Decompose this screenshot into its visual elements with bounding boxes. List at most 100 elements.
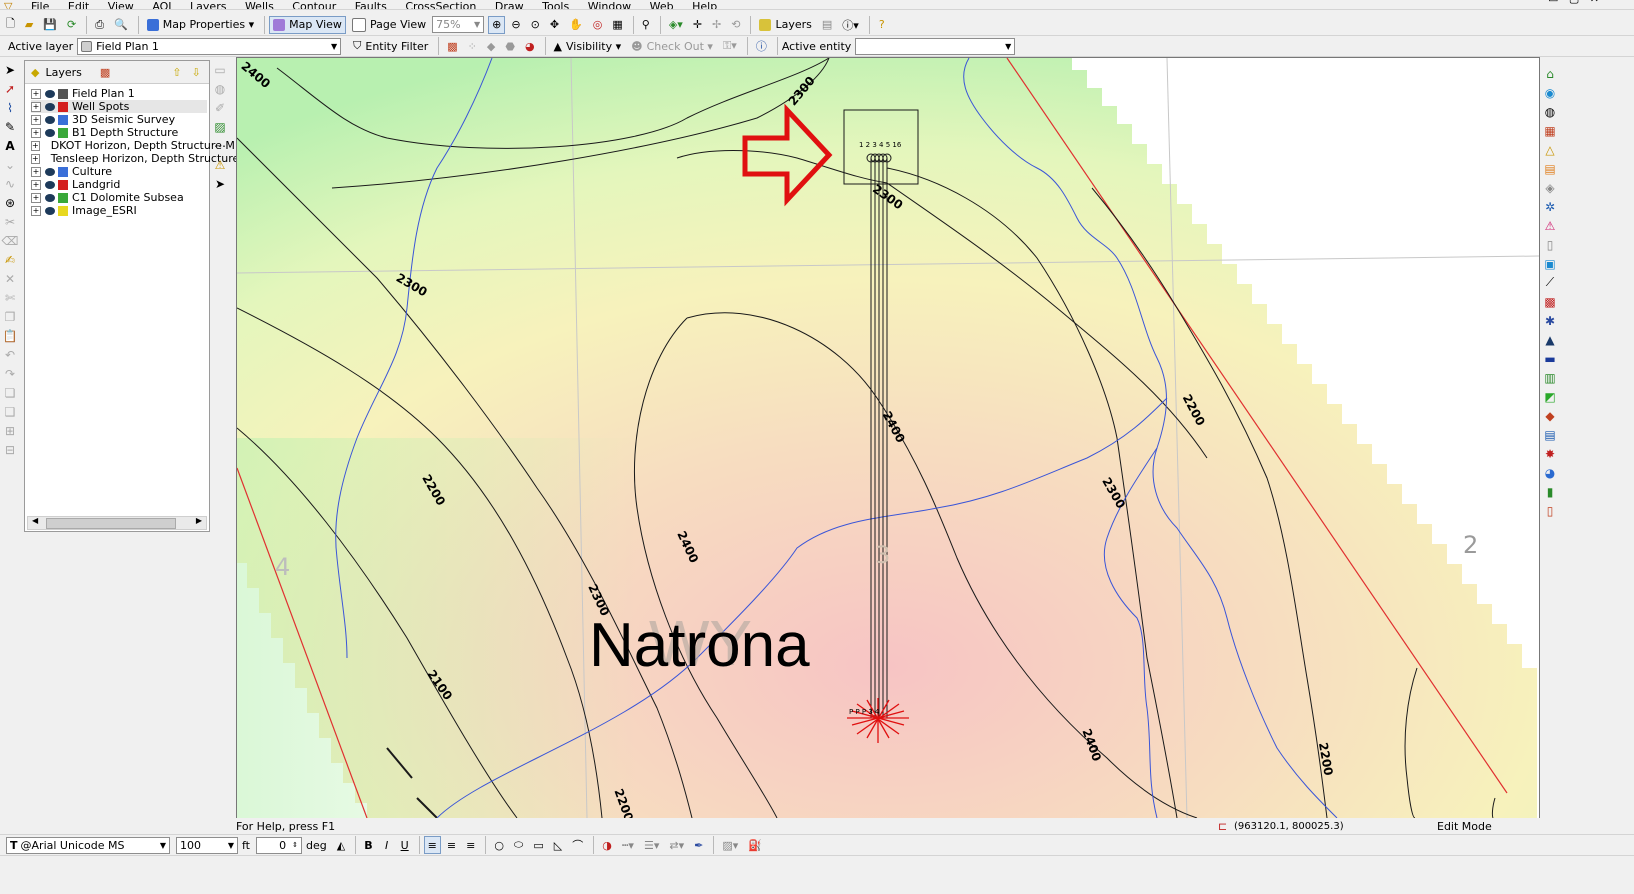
font-size-combo[interactable]: 100 ▼ (176, 836, 238, 854)
lock-icon[interactable]: ⚿▾ (719, 37, 741, 55)
pan-hand-icon[interactable]: ✋ (565, 16, 587, 34)
pointer-icon[interactable]: ➤ (210, 174, 230, 193)
triangle-tool-icon[interactable]: △ (1540, 140, 1560, 159)
scroll-left-icon[interactable]: ◀ (32, 516, 38, 525)
underline-button[interactable]: U (397, 836, 413, 854)
select-edit-icon[interactable]: ➚ (0, 79, 20, 98)
print-icon[interactable]: ⎙ (91, 16, 108, 34)
visibility-eye-icon[interactable] (45, 180, 55, 189)
color-picker-icon[interactable]: ◑ (598, 836, 616, 854)
visibility-eye-icon[interactable] (45, 206, 55, 215)
line-weight-icon[interactable]: ☰▾ (640, 836, 663, 854)
expand-icon[interactable]: + (31, 205, 41, 216)
select-arrow-icon[interactable]: ➤ (0, 60, 20, 79)
align-left-button[interactable]: ≡ (423, 836, 441, 854)
menu-edit[interactable]: Edit (68, 1, 89, 9)
blob-icon[interactable]: ⬣ (501, 37, 519, 55)
visibility-eye-icon[interactable] (45, 102, 55, 111)
measure-icon[interactable]: ⚲ (638, 16, 654, 34)
report-icon[interactable]: ▣ (1540, 254, 1560, 273)
map-view-button[interactable]: Map View (269, 15, 346, 34)
planet-icon[interactable]: ◕ (1540, 463, 1560, 482)
expand-icon[interactable]: + (31, 192, 41, 203)
layer-item[interactable]: + Landgrid (31, 178, 207, 191)
layer-item[interactable]: + B1 Depth Structure (31, 126, 207, 139)
document-icon[interactable]: ▤ (1540, 159, 1560, 178)
world-icon[interactable]: ◍ (1540, 102, 1560, 121)
ungroup-icon[interactable]: ❑ (0, 402, 20, 421)
undo-icon[interactable]: ↶ (0, 345, 20, 364)
volume-icon[interactable]: ◆ (1540, 406, 1560, 425)
table-icon[interactable]: ▤ (818, 16, 836, 34)
expand-icon[interactable]: + (31, 153, 40, 164)
menu-web[interactable]: Web (650, 1, 674, 9)
font-combo[interactable]: T @Arial Unicode MS ▼ (6, 836, 170, 854)
expand-icon[interactable]: + (31, 101, 41, 112)
cube-icon[interactable]: ◈ (1540, 178, 1560, 197)
layer-item[interactable]: + C1 Dolomite Subsea (31, 191, 207, 204)
menu-contour[interactable]: Contour (292, 1, 336, 9)
curve-icon[interactable]: ∿ (0, 174, 20, 193)
warning-pink-icon[interactable]: ⚠ (1540, 216, 1560, 235)
warning-icon[interactable]: ⚠ (210, 155, 230, 174)
paste-icon[interactable]: 📋 (0, 326, 20, 345)
zoom-out-icon[interactable]: ⊖ (507, 16, 524, 34)
paint-icon[interactable]: ✍ (0, 250, 20, 269)
zoom-in-icon[interactable]: ⊕ (488, 15, 506, 34)
polyline-select-icon[interactable]: ⌇ (0, 98, 20, 117)
menu-view[interactable]: View (108, 1, 134, 9)
select-tool-icon[interactable]: ◈▾ (665, 16, 687, 34)
color-grid-icon[interactable]: ▩ (1540, 292, 1560, 311)
dots-icon[interactable]: ⁘ (464, 37, 481, 55)
active-entity-combo[interactable]: ▼ (855, 37, 1016, 55)
menu-help[interactable]: Help (692, 1, 717, 9)
flag-icon[interactable]: ▬ (1540, 349, 1560, 368)
expand-icon[interactable]: + (31, 114, 41, 125)
layers-hscroll[interactable]: ◀ ▶ (27, 516, 207, 530)
snap-icon[interactable]: ✢ (708, 16, 725, 34)
pan-extent-icon[interactable]: ✥ (546, 16, 563, 34)
text-tool-icon[interactable]: A (0, 136, 20, 155)
map-canvas[interactable]: 2400 2300 2300 2300 2200 2400 2400 2300 … (236, 57, 1540, 819)
align-center-button[interactable]: ≡ (443, 836, 460, 854)
bold-button[interactable]: B (360, 836, 376, 854)
open-icon[interactable]: ▰ (21, 16, 37, 34)
layer-item[interactable]: + Image_ESRI (31, 204, 207, 217)
layer-add-icon[interactable]: ▩ (100, 66, 110, 79)
expand-icon[interactable]: + (31, 127, 41, 138)
tower-icon[interactable]: ▲ (1540, 330, 1560, 349)
layer-item[interactable]: + Tensleep Horizon, Depth Structure (31, 152, 239, 165)
ellipse-tool-icon[interactable]: ⬭ (510, 836, 527, 854)
page-view-button[interactable]: Page View (348, 16, 430, 34)
visibility-eye-icon[interactable] (45, 128, 55, 137)
bars-icon[interactable]: ▮ (1540, 482, 1560, 501)
grid-dots-icon[interactable]: ⋯ (210, 136, 230, 155)
menu-file[interactable]: File (31, 1, 49, 9)
visibility-eye-icon[interactable] (45, 167, 55, 176)
text-fill-icon[interactable]: ◭ (333, 836, 349, 854)
circle-tool-icon[interactable]: ○ (490, 836, 508, 854)
menu-tools[interactable]: Tools (542, 1, 569, 9)
arrow-style-icon[interactable]: ⇄▾ (665, 836, 688, 854)
spin-icon[interactable]: ⇕ (292, 841, 298, 849)
crosshair-icon[interactable]: ✛ (689, 16, 706, 34)
pie-icon[interactable]: ◕ (521, 37, 539, 55)
snap-alt-icon[interactable]: ⟲ (727, 16, 744, 34)
app-icon[interactable]: ▽ (4, 1, 12, 9)
network-icon[interactable]: ✲ (1540, 197, 1560, 216)
globe-outline-icon[interactable]: ◍ (210, 79, 230, 98)
menu-window[interactable]: Window (588, 1, 631, 9)
layer-item[interactable]: + DKOT Horizon, Depth Structure M (31, 139, 235, 152)
distribute-icon[interactable]: ⊟ (0, 440, 20, 459)
save-icon[interactable]: 💾 (39, 16, 61, 34)
move-up-icon[interactable]: ⇧ (172, 66, 181, 79)
histogram-icon[interactable]: ▯ (1540, 501, 1560, 520)
info-icon[interactable]: ⓘ (752, 37, 771, 55)
section-icon[interactable]: ▤ (1540, 425, 1560, 444)
copy-icon[interactable]: ❐ (0, 307, 20, 326)
visibility-eye-icon[interactable] (45, 115, 55, 124)
grid-map-icon[interactable]: ▦ (1540, 121, 1560, 140)
brush-icon[interactable]: ✐ (210, 98, 230, 117)
active-layer-combo[interactable]: Field Plan 1 ▼ (77, 37, 342, 55)
ruler-icon[interactable]: ⟋ (1540, 273, 1560, 292)
